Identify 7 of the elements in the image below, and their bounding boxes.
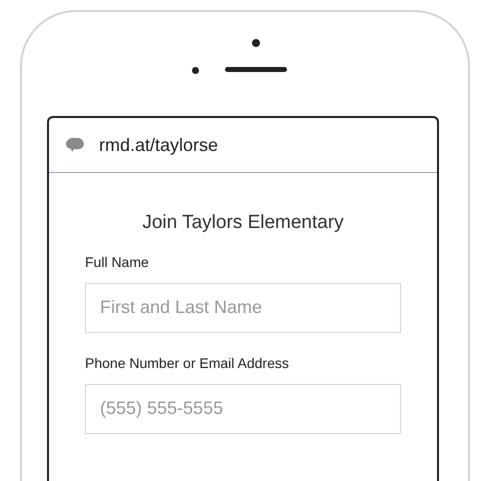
field-label: Phone Number or Email Address xyxy=(85,354,290,372)
form-title: Join Taylors Elementary xyxy=(141,211,345,235)
field-label: Full Name xyxy=(85,252,150,272)
input-field[interactable]: (555) 555-5555 xyxy=(85,384,401,434)
input-field[interactable]: First and Last Name xyxy=(85,282,401,332)
speaker-slot xyxy=(224,67,286,72)
url-text[interactable]: rmd.at/taylorse xyxy=(99,132,218,158)
